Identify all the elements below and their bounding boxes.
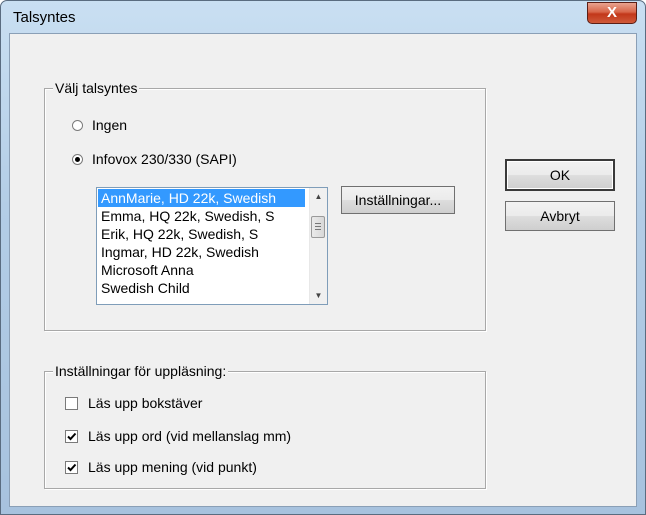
voice-list-item[interactable]: Ingmar, HD 22k, Swedish xyxy=(98,243,305,261)
thumb-grip-line xyxy=(315,229,321,230)
radio-none-label: Ingen xyxy=(92,117,128,133)
voice-settings-button[interactable]: Inställningar... xyxy=(341,186,455,214)
voice-listbox[interactable]: AnnMarie, HD 22k, Swedish Emma, HQ 22k, … xyxy=(96,187,328,305)
window-title: Talsyntes xyxy=(13,9,76,26)
checkmark-icon xyxy=(67,432,77,440)
voice-list-item[interactable]: AnnMarie, HD 22k, Swedish xyxy=(98,189,305,207)
scroll-down-arrow-icon[interactable]: ▼ xyxy=(310,287,327,304)
radio-none[interactable]: Ingen xyxy=(72,117,127,133)
checkbox-read-letters[interactable]: Läs upp bokstäver xyxy=(65,395,202,411)
voice-list-item[interactable]: Erik, HQ 22k, Swedish, S xyxy=(98,225,305,243)
voice-settings-button-label: Inställningar... xyxy=(354,192,442,208)
ok-button[interactable]: OK xyxy=(505,159,615,191)
close-button[interactable]: X xyxy=(587,2,637,24)
scroll-thumb[interactable] xyxy=(311,216,325,238)
checkbox-read-letters-label: Läs upp bokstäver xyxy=(88,395,203,411)
dialog-window: Talsyntes X Välj talsyntes Ingen Infovox… xyxy=(0,0,646,515)
checkbox-read-sentence-label: Läs upp mening (vid punkt) xyxy=(88,459,257,475)
thumb-grip-line xyxy=(315,226,321,227)
thumb-grip-line xyxy=(315,223,321,224)
checkbox-read-words-label: Läs upp ord (vid mellanslag mm) xyxy=(88,428,292,444)
radio-none-indicator[interactable] xyxy=(72,119,83,131)
checkmark-icon xyxy=(67,463,77,471)
title-bar[interactable]: Talsyntes X xyxy=(1,1,645,35)
checkbox-read-words[interactable]: Läs upp ord (vid mellanslag mm) xyxy=(65,428,291,444)
checkbox-read-sentence-box[interactable] xyxy=(65,460,78,474)
radio-infovox[interactable]: Infovox 230/330 (SAPI) xyxy=(72,151,237,167)
close-icon: X xyxy=(606,4,617,21)
radio-infovox-label: Infovox 230/330 (SAPI) xyxy=(92,151,237,167)
ok-button-label: OK xyxy=(549,167,571,183)
reading-group-label: Inställningar för uppläsning: xyxy=(53,363,229,379)
voice-list: AnnMarie, HD 22k, Swedish Emma, HQ 22k, … xyxy=(98,189,305,297)
checkbox-read-sentence[interactable]: Läs upp mening (vid punkt) xyxy=(65,459,257,475)
checkbox-read-words-box[interactable] xyxy=(65,429,78,443)
voice-list-item[interactable]: Emma, HQ 22k, Swedish, S xyxy=(98,207,305,225)
voice-list-scrollbar[interactable]: ▲ ▼ xyxy=(309,188,327,304)
voice-list-item[interactable]: Microsoft Anna xyxy=(98,261,305,279)
voice-list-item[interactable]: Swedish Child xyxy=(98,279,305,297)
cancel-button-label: Avbryt xyxy=(540,208,580,224)
scroll-up-arrow-icon[interactable]: ▲ xyxy=(310,188,327,205)
dialog-client-area: Välj talsyntes Ingen Infovox 230/330 (SA… xyxy=(9,33,637,507)
checkbox-read-letters-box[interactable] xyxy=(65,396,78,410)
engine-group-label: Välj talsyntes xyxy=(53,80,140,96)
cancel-button[interactable]: Avbryt xyxy=(505,201,615,231)
reading-groupbox: Inställningar för uppläsning: Läs upp bo… xyxy=(44,363,486,489)
radio-infovox-indicator[interactable] xyxy=(72,153,83,165)
